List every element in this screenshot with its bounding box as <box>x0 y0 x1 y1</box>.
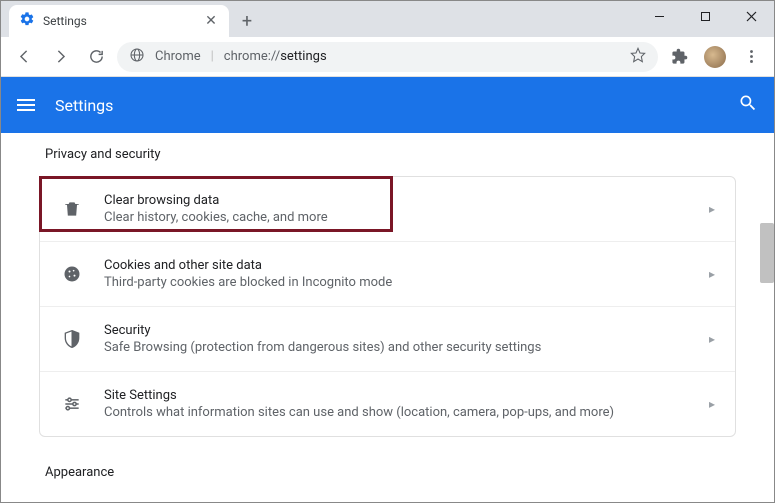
privacy-card: Clear browsing data Clear history, cooki… <box>39 176 736 437</box>
omnibox-divider: | <box>211 49 214 64</box>
row-title: Clear browsing data <box>104 193 699 208</box>
new-tab-button[interactable]: + <box>233 7 261 35</box>
close-window-button[interactable] <box>728 1 774 31</box>
minimize-button[interactable] <box>636 1 682 31</box>
content-area: Privacy and security Clear browsing data… <box>1 133 774 502</box>
row-security[interactable]: Security Safe Browsing (protection from … <box>40 306 735 371</box>
settings-header: Settings <box>1 77 774 133</box>
chevron-right-icon: ▸ <box>709 332 715 346</box>
sliders-icon <box>60 394 84 414</box>
section-appearance-label: Appearance <box>45 465 736 480</box>
omnibox-scheme: Chrome <box>155 49 201 64</box>
maximize-button[interactable] <box>682 1 728 31</box>
chevron-right-icon: ▸ <box>709 202 715 216</box>
row-desc: Third-party cookies are blocked in Incog… <box>104 275 699 290</box>
address-bar[interactable]: Chrome | chrome://settings <box>117 42 658 72</box>
row-cookies[interactable]: Cookies and other site data Third-party … <box>40 241 735 306</box>
titlebar: Settings ✕ + <box>1 1 774 37</box>
row-title: Cookies and other site data <box>104 258 699 273</box>
toolbar: Chrome | chrome://settings <box>1 37 774 77</box>
row-clear-browsing-data[interactable]: Clear browsing data Clear history, cooki… <box>40 177 735 241</box>
row-site-settings[interactable]: Site Settings Controls what information … <box>40 371 735 436</box>
reload-button[interactable] <box>81 42 111 72</box>
tab-title: Settings <box>43 14 195 28</box>
site-info-icon[interactable] <box>129 47 145 67</box>
row-desc: Safe Browsing (protection from dangerous… <box>104 340 699 355</box>
trash-icon <box>60 199 84 219</box>
chrome-menu-button[interactable] <box>736 42 766 72</box>
browser-tab[interactable]: Settings ✕ <box>9 5 229 37</box>
cookie-icon <box>60 264 84 284</box>
row-desc: Clear history, cookies, cache, and more <box>104 210 699 225</box>
tab-close-button[interactable]: ✕ <box>203 13 219 29</box>
gear-icon <box>19 11 35 31</box>
bookmark-star-icon[interactable] <box>630 47 646 67</box>
chevron-right-icon: ▸ <box>709 267 715 281</box>
chevron-right-icon: ▸ <box>709 397 715 411</box>
profile-avatar[interactable] <box>700 42 730 72</box>
scrollbar-thumb[interactable] <box>760 223 774 283</box>
back-button[interactable] <box>9 42 39 72</box>
shield-icon <box>60 329 84 349</box>
search-settings-button[interactable] <box>738 93 758 117</box>
omnibox-url: chrome://settings <box>224 49 327 64</box>
page-title: Settings <box>55 96 113 115</box>
row-desc: Controls what information sites can use … <box>104 405 699 420</box>
extensions-button[interactable] <box>664 42 694 72</box>
row-title: Security <box>104 323 699 338</box>
section-privacy-label: Privacy and security <box>45 147 736 162</box>
forward-button[interactable] <box>45 42 75 72</box>
window-controls <box>636 1 774 31</box>
row-title: Site Settings <box>104 388 699 403</box>
menu-button[interactable] <box>17 96 35 114</box>
